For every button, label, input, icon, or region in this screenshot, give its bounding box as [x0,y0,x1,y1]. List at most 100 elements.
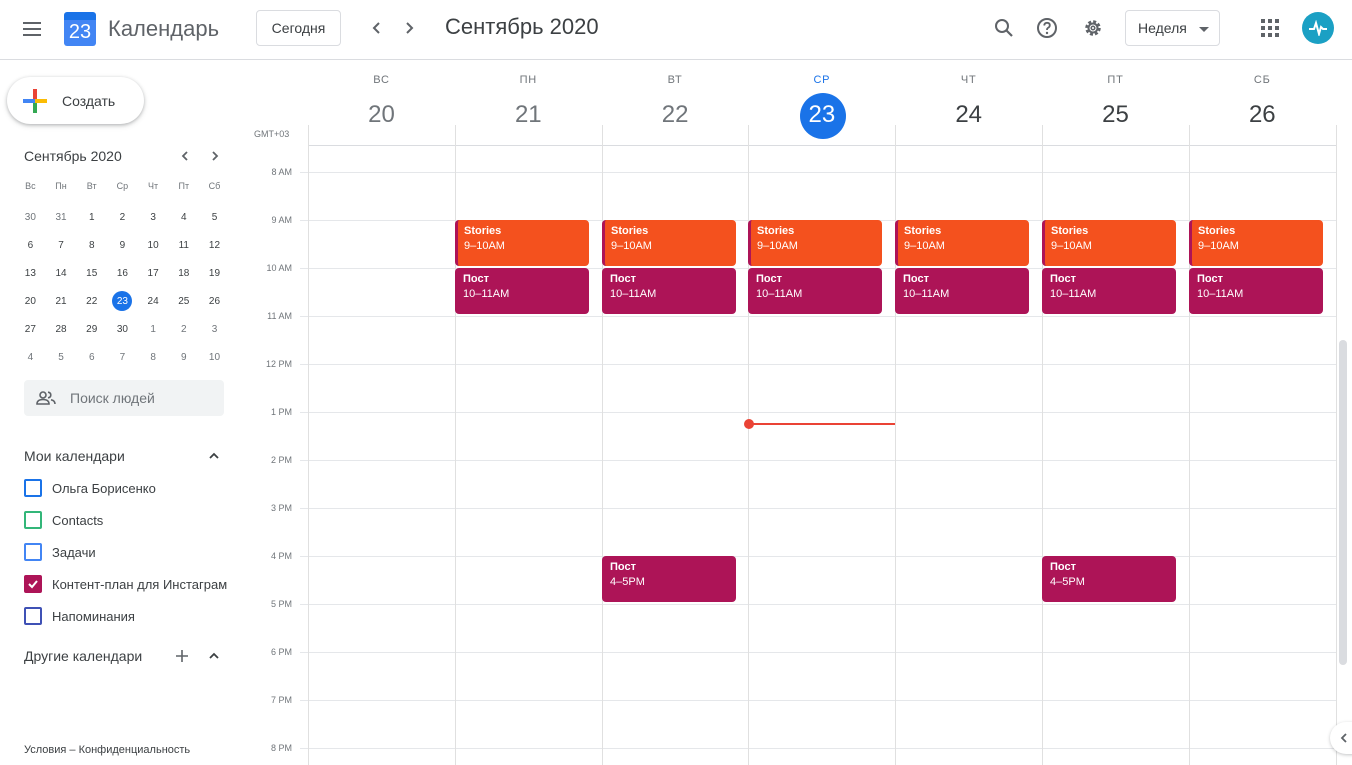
day-number[interactable]: 24 [895,96,1042,134]
mini-calendar-day[interactable]: 27 [15,315,46,343]
day-column-header[interactable]: ПН 21 [455,74,602,134]
event-stories[interactable]: Stories 9–10AM [748,220,882,266]
event-post[interactable]: Пост 4–5PM [602,556,736,602]
chevron-up-icon[interactable] [204,446,224,466]
people-search-input[interactable]: Поиск людей [24,380,224,416]
mini-calendar-day[interactable]: 12 [199,231,230,259]
search-icon[interactable] [990,14,1018,42]
mini-calendar-day[interactable]: 16 [107,259,138,287]
help-icon[interactable] [1033,14,1061,42]
day-number[interactable]: 23 [748,96,895,134]
side-panel-toggle[interactable] [1330,722,1352,754]
mini-calendar-day[interactable]: 19 [199,259,230,287]
account-avatar[interactable] [1302,12,1334,44]
mini-prev-month-button[interactable] [175,146,195,166]
event-post[interactable]: Пост 10–11AM [895,268,1029,314]
calendar-checkbox[interactable] [24,575,42,593]
mini-calendar-day[interactable]: 6 [76,343,107,371]
mini-calendar-day[interactable]: 1 [138,315,169,343]
mini-calendar-day[interactable]: 14 [46,259,77,287]
app-title[interactable]: Календарь [108,16,219,42]
calendar-list-item[interactable]: Contacts [24,508,234,532]
mini-calendar-day[interactable]: 4 [168,203,199,231]
mini-calendar-day[interactable]: 2 [107,203,138,231]
mini-calendar-day[interactable]: 26 [199,287,230,315]
calendar-checkbox[interactable] [24,607,42,625]
event-stories[interactable]: Stories 9–10AM [1189,220,1323,266]
mini-calendar-day[interactable]: 10 [199,343,230,371]
prev-week-button[interactable] [363,14,391,42]
mini-calendar-day[interactable]: 13 [15,259,46,287]
mini-calendar-day[interactable]: 15 [76,259,107,287]
event-stories[interactable]: Stories 9–10AM [1042,220,1176,266]
day-column-header[interactable]: ВТ 22 [602,74,749,134]
mini-calendar-day[interactable]: 5 [46,343,77,371]
calendar-checkbox[interactable] [24,543,42,561]
apps-grid-icon[interactable] [1256,14,1284,42]
view-selector-dropdown[interactable]: Неделя [1125,10,1220,46]
my-calendars-header[interactable]: Мои календари [24,444,224,468]
calendar-list-item[interactable]: Напоминания [24,604,234,628]
mini-calendar-day[interactable]: 9 [107,231,138,259]
event-stories[interactable]: Stories 9–10AM [895,220,1029,266]
gear-icon[interactable] [1079,14,1107,42]
calendar-list-item[interactable]: Ольга Борисенко [24,476,234,500]
mini-calendar-day[interactable]: 18 [168,259,199,287]
day-number[interactable]: 21 [455,96,602,134]
event-stories[interactable]: Stories 9–10AM [602,220,736,266]
next-week-button[interactable] [395,14,423,42]
mini-calendar-day[interactable]: 8 [76,231,107,259]
hamburger-menu-icon[interactable] [20,18,44,42]
mini-calendar-day[interactable]: 20 [15,287,46,315]
event-post[interactable]: Пост 10–11AM [1189,268,1323,314]
mini-calendar-day[interactable]: 25 [168,287,199,315]
mini-calendar-day[interactable]: 4 [15,343,46,371]
mini-calendar-day[interactable]: 9 [168,343,199,371]
calendar-list-item[interactable]: Контент-план для Инстаграм [24,572,234,596]
mini-calendar-day[interactable]: 30 [107,315,138,343]
day-number[interactable]: 26 [1189,96,1336,134]
mini-calendar-day[interactable]: 31 [46,203,77,231]
mini-calendar-day[interactable]: 8 [138,343,169,371]
add-calendar-plus-icon[interactable] [172,646,192,666]
event-post[interactable]: Пост 4–5PM [1042,556,1176,602]
mini-calendar-day[interactable]: 2 [168,315,199,343]
day-number[interactable]: 22 [602,96,749,134]
mini-calendar-day[interactable]: 22 [76,287,107,315]
mini-calendar-day[interactable]: 6 [15,231,46,259]
other-calendars-header[interactable]: Другие календари [24,644,224,668]
mini-calendar-day[interactable]: 24 [138,287,169,315]
event-post[interactable]: Пост 10–11AM [455,268,589,314]
mini-calendar-day[interactable]: 10 [138,231,169,259]
mini-calendar-day[interactable]: 5 [199,203,230,231]
mini-calendar-day[interactable]: 29 [76,315,107,343]
calendar-list-item[interactable]: Задачи [24,540,234,564]
day-column-header[interactable]: ПТ 25 [1042,74,1189,134]
create-event-button[interactable]: Создать [7,77,144,124]
mini-calendar-day[interactable]: 11 [168,231,199,259]
day-number[interactable]: 25 [1042,96,1189,134]
mini-calendar-day[interactable]: 7 [46,231,77,259]
today-button[interactable]: Сегодня [256,10,341,46]
mini-calendar-day[interactable]: 30 [15,203,46,231]
mini-calendar-day[interactable]: 7 [107,343,138,371]
mini-calendar-day[interactable]: 17 [138,259,169,287]
event-stories[interactable]: Stories 9–10AM [455,220,589,266]
event-post[interactable]: Пост 10–11AM [602,268,736,314]
day-number[interactable]: 20 [308,96,455,134]
calendar-checkbox[interactable] [24,479,42,497]
mini-calendar-day[interactable]: 21 [46,287,77,315]
day-column-header[interactable]: СР 23 [748,74,895,134]
mini-next-month-button[interactable] [205,146,225,166]
grid-scrollbar[interactable] [1339,340,1347,665]
footer-terms-privacy[interactable]: Условия – Конфиденциальность [24,744,190,756]
mini-calendar-day[interactable]: 3 [138,203,169,231]
day-column-header[interactable]: СБ 26 [1189,74,1336,134]
calendar-checkbox[interactable] [24,511,42,529]
mini-calendar-day[interactable]: 1 [76,203,107,231]
mini-calendar-day[interactable]: 28 [46,315,77,343]
chevron-up-icon[interactable] [204,646,224,666]
day-column-header[interactable]: ЧТ 24 [895,74,1042,134]
mini-calendar-day[interactable]: 3 [199,315,230,343]
calendar-logo-icon[interactable]: 23 [64,12,96,46]
